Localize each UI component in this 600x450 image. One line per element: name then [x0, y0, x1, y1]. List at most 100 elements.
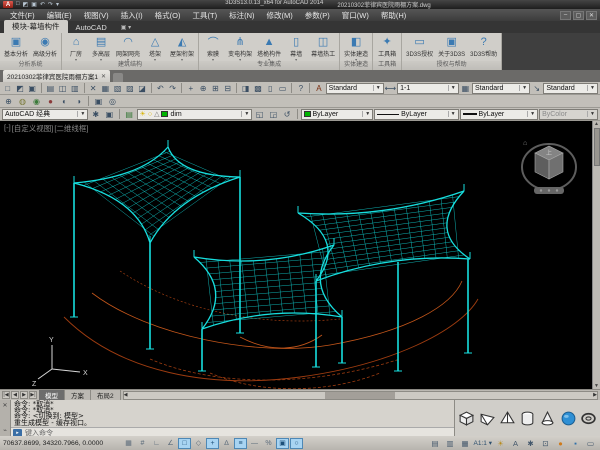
quick-properties-toggle[interactable]: ▣ [276, 438, 289, 449]
layer-properties-icon[interactable]: ▤ [123, 109, 136, 120]
menu-window[interactable]: 窗口(W) [336, 9, 375, 21]
workspace-save-icon[interactable]: ▣ [103, 109, 116, 120]
basic-analysis-button[interactable]: ▣ 基本分析 [2, 34, 30, 61]
properties-icon[interactable]: ◨ [240, 83, 251, 94]
redo-icon[interactable]: ↷ [167, 83, 178, 94]
dim-style-combo[interactable]: 1-1▼ [397, 83, 459, 94]
help-icon[interactable]: ? [295, 83, 306, 94]
cut-icon[interactable]: ✕ [87, 83, 98, 94]
restore-button[interactable]: ▢ [573, 11, 584, 20]
highrise-button[interactable]: ▤ 多高层 ▾ [89, 34, 113, 61]
layer-combo[interactable]: ☀ ○ △ dim ▼ [137, 109, 253, 120]
ortho-toggle[interactable]: ∟ [150, 438, 163, 449]
mast-member-button[interactable]: ▲ 塔桅构件 ▾ [255, 34, 283, 61]
scroll-right-icon[interactable]: ▶ [593, 392, 597, 398]
dynamic-ucs-toggle[interactable]: ∆ [220, 438, 233, 449]
designcenter-icon[interactable]: ▩ [252, 83, 263, 94]
about-button[interactable]: ▣ 关于3D3S [436, 34, 467, 61]
tower-button[interactable]: △ 塔架 ▾ [143, 34, 167, 61]
render-icon[interactable]: ● [44, 96, 57, 107]
copy-icon[interactable]: ▦ [100, 83, 111, 94]
layout-prev-icon[interactable]: ◀ [11, 391, 19, 399]
text-style-combo[interactable]: Standard▼ [326, 83, 384, 94]
plot-icon[interactable]: ▤ [45, 83, 56, 94]
camera-icon[interactable]: ◎ [106, 96, 119, 107]
color-combo[interactable]: ByLayer ▼ [301, 109, 374, 120]
layout-tab-scheme[interactable]: 方案 [65, 390, 91, 400]
zoom-realtime-icon[interactable]: ⊕ [197, 83, 208, 94]
toolbar-lock-icon[interactable]: ⊡ [539, 438, 552, 449]
qat-redo-icon[interactable]: ↷ [48, 1, 53, 8]
paste-icon[interactable]: ▧ [112, 83, 123, 94]
polar-toggle[interactable]: ∠ [164, 438, 177, 449]
match-properties-icon[interactable]: ▨ [124, 83, 135, 94]
workspace-combo[interactable]: AutoCAD 经典▼ [2, 109, 88, 120]
horizontal-scroll-thumb[interactable] [325, 392, 395, 399]
qat-undo-icon[interactable]: ↶ [40, 1, 45, 8]
table-style-combo[interactable]: Standard▼ [472, 83, 530, 94]
viewcube-home-icon[interactable]: ⌂ [523, 140, 527, 147]
otrack-toggle[interactable]: + [206, 438, 219, 449]
advanced-analysis-button[interactable]: ◉ 高级分析 [31, 34, 59, 61]
sheetset-icon[interactable]: ▭ [277, 83, 288, 94]
annotation-visibility-button[interactable]: ☀ [494, 438, 507, 449]
minimize-button[interactable]: ‒ [560, 11, 571, 20]
qat-save-icon[interactable]: ▣ [31, 1, 37, 8]
viewcube-top-face-label[interactable]: 上 [546, 149, 552, 157]
linetype-combo[interactable]: ByLayer ▼ [374, 109, 458, 120]
publish-icon[interactable]: ▥ [69, 83, 80, 94]
tool-palettes-icon[interactable]: ▯ [265, 83, 276, 94]
transparency-toggle[interactable]: % [262, 438, 275, 449]
modeling-cylinder-icon[interactable] [519, 410, 536, 427]
dynamic-input-toggle[interactable]: ≡ [234, 438, 247, 449]
menu-dimension[interactable]: 标注(N) [223, 9, 260, 21]
workspace-settings-gear-icon[interactable]: ✱ [89, 109, 102, 120]
solid-build-button[interactable]: ◧ 实体建造 ▾ [342, 34, 370, 61]
annotation-autoscale-button[interactable]: A [509, 438, 522, 449]
scroll-up-icon[interactable]: ▲ [594, 121, 599, 127]
hardware-accel-button[interactable]: ▪ [569, 438, 582, 449]
substation-frame-button[interactable]: ⋔ 变电构架 ▾ [226, 34, 254, 61]
pan-icon[interactable]: + [185, 83, 196, 94]
modeling-box-icon[interactable] [458, 410, 475, 427]
license-button[interactable]: ▭ 3D3S授权 [404, 34, 435, 61]
orbit-free-icon[interactable]: ◍ [16, 96, 29, 107]
layout-tab-layout2[interactable]: 布局2 [91, 390, 121, 400]
ribbon-tab-autocad[interactable]: AutoCAD [68, 22, 115, 33]
orbit-constrained-icon[interactable]: ⊕ [2, 96, 15, 107]
curtainwall-thermal-button[interactable]: ◫ 幕墙热工 [309, 34, 337, 61]
ribbon-minimize-icon[interactable]: ▣ ▾ [121, 24, 131, 33]
open-icon[interactable]: ◩ [14, 83, 25, 94]
layer-bulb-icon[interactable]: ☀ [140, 110, 146, 118]
vertical-scrollbar[interactable]: ▲ ▼ [592, 121, 600, 389]
layer-match-icon[interactable]: ◲ [267, 109, 280, 120]
selection-cycling-toggle[interactable]: ○ [290, 438, 303, 449]
truss-button[interactable]: ◭ 屋架桁架 ▾ [168, 34, 196, 61]
isolate-objects-button[interactable]: ● [554, 438, 567, 449]
osnap-toggle[interactable]: □ [178, 438, 191, 449]
spaceframe-button[interactable]: ◠ 网架网壳 ▾ [114, 34, 142, 61]
viewport-minus-control[interactable]: [-] [4, 123, 11, 134]
layer-freeze-sun-icon[interactable]: ○ [148, 111, 152, 118]
viewport-visualstyle-control[interactable]: [二维线框] [54, 123, 88, 134]
menu-modify[interactable]: 修改(M) [261, 9, 299, 21]
toolbox-button[interactable]: ✦ 工具箱 [375, 34, 399, 61]
curtainwall-button[interactable]: ▯ 幕墙 ▾ [284, 34, 308, 61]
modeling-sphere-icon[interactable] [560, 410, 577, 427]
quick-view-layouts-button[interactable]: ▥ [444, 438, 457, 449]
menu-view[interactable]: 视图(V) [78, 9, 115, 21]
menu-format[interactable]: 格式(O) [149, 9, 187, 21]
cable-membrane-button[interactable]: ⌒ 索膜 ▾ [201, 34, 225, 61]
new-icon[interactable]: □ [2, 83, 13, 94]
save-icon[interactable]: ▣ [27, 83, 38, 94]
modeling-wedge-icon[interactable] [479, 410, 496, 427]
grid-toggle[interactable]: # [136, 438, 149, 449]
lineweight-combo[interactable]: ByLayer ▼ [460, 109, 539, 120]
app-logo-icon[interactable]: A [3, 1, 13, 8]
scroll-left-icon[interactable]: ◀ [124, 392, 128, 398]
new-drawing-tab-button[interactable] [113, 73, 123, 82]
layer-lock-icon[interactable]: △ [154, 110, 159, 118]
undo-icon[interactable]: ↶ [155, 83, 166, 94]
layout-first-icon[interactable]: |◀ [2, 391, 10, 399]
menu-tools[interactable]: 工具(T) [187, 9, 224, 21]
